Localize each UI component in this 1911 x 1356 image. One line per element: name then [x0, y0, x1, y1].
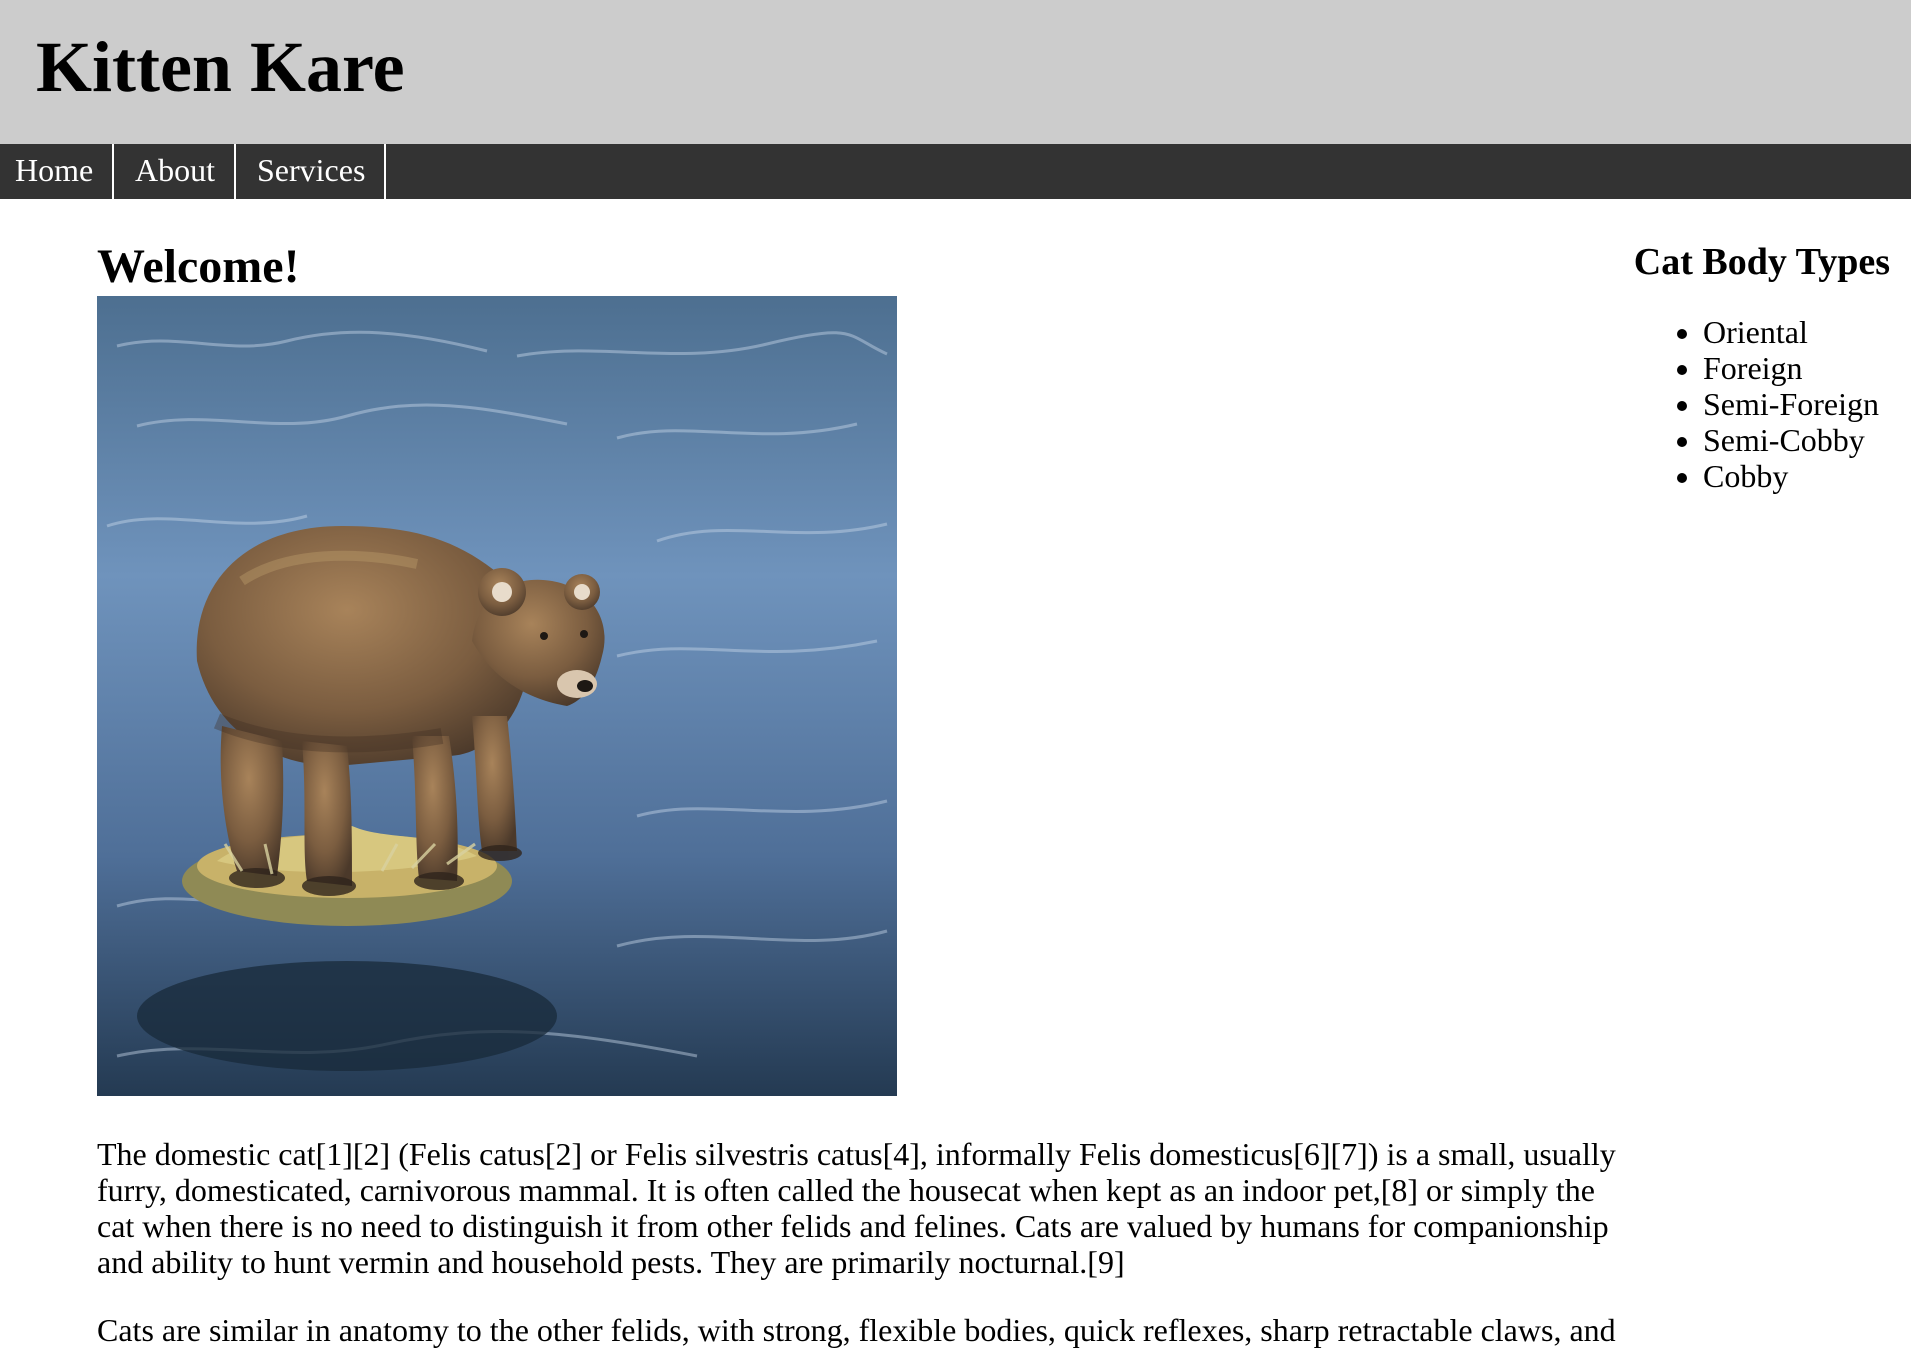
list-item-semi-cobby: Semi-Cobby — [1703, 422, 1879, 458]
page-heading: Welcome! — [97, 240, 300, 293]
bear-photo — [97, 296, 897, 1096]
sidebar-title: Cat Body Types — [1633, 241, 1890, 283]
site-header: Kitten Kare — [0, 0, 1911, 144]
list-item-cobby: Cobby — [1703, 458, 1879, 494]
list-item-oriental: Oriental — [1703, 314, 1879, 350]
anatomy-paragraph: Cats are similar in anatomy to the other… — [97, 1312, 1616, 1348]
nav-about-link[interactable]: About — [114, 144, 236, 199]
site-title: Kitten Kare — [36, 27, 405, 107]
list-item-semi-foreign: Semi-Foreign — [1703, 386, 1879, 422]
intro-paragraph: The domestic cat[1][2] (Felis catus[2] o… — [97, 1136, 1616, 1280]
nav-home-link[interactable]: Home — [0, 144, 114, 199]
main-nav: Home About Services — [0, 144, 1911, 199]
cat-body-types-list: Oriental Foreign Semi-Foreign Semi-Cobby… — [1660, 314, 1879, 494]
nav-services-link[interactable]: Services — [236, 144, 386, 199]
list-item-foreign: Foreign — [1703, 350, 1879, 386]
